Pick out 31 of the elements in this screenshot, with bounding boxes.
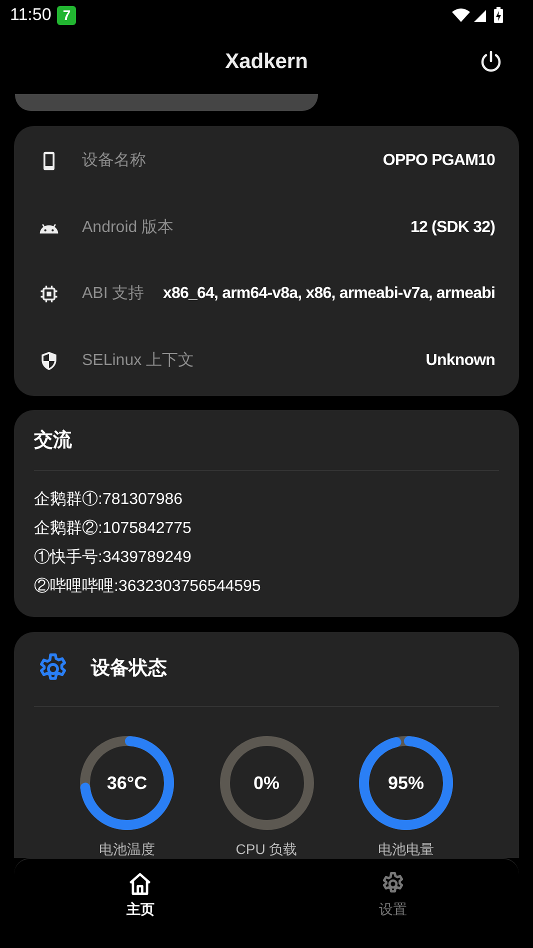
gauge-reading: 36°C: [106, 772, 148, 794]
nav-tab[interactable]: 设置: [266, 859, 519, 948]
info-label: ABI 支持: [82, 284, 144, 304]
info-value: 12 (SDK 32): [409, 218, 495, 238]
home-icon: [127, 871, 154, 897]
gauge-reading: 95%: [386, 772, 426, 794]
contact-line: ①快手号:3439789249: [34, 548, 192, 568]
info-label: 设备名称: [82, 151, 146, 172]
power-icon: [479, 50, 503, 74]
card-title: 设备状态: [91, 656, 167, 681]
info-value: Unknown: [424, 350, 495, 371]
info-label: Android 版本: [82, 218, 174, 238]
chip-icon: [38, 283, 60, 306]
card-title: 交流: [34, 428, 73, 453]
info-value: x86_64, arm64-v8a, x86, armeabi-v7a, armeabi: [162, 284, 495, 304]
battery-icon: [494, 7, 503, 23]
notification-badge: 7: [57, 6, 76, 24]
gauge-label: 电池温度: [99, 840, 155, 858]
signal-icon: [474, 8, 488, 22]
gauge-label: 电池电量: [378, 840, 434, 858]
gauge-reading: 0%: [252, 772, 280, 794]
status-time: 11:50: [10, 4, 52, 26]
gauge-label: CPU 负载: [236, 840, 298, 858]
contact-line: 企鹅群①:781307986: [34, 490, 184, 510]
app-title: Xadkern: [225, 49, 308, 76]
info-value: OPPO PGAM10: [382, 151, 495, 172]
contact-line: 企鹅群②:1075842775: [34, 518, 192, 538]
contact-line: ②哔哩哔哩:3632303756544595: [34, 576, 262, 596]
nav-tab[interactable]: 主页: [14, 859, 266, 948]
info-label: SELinux 上下文: [82, 350, 194, 371]
wifi-icon: [452, 8, 470, 22]
